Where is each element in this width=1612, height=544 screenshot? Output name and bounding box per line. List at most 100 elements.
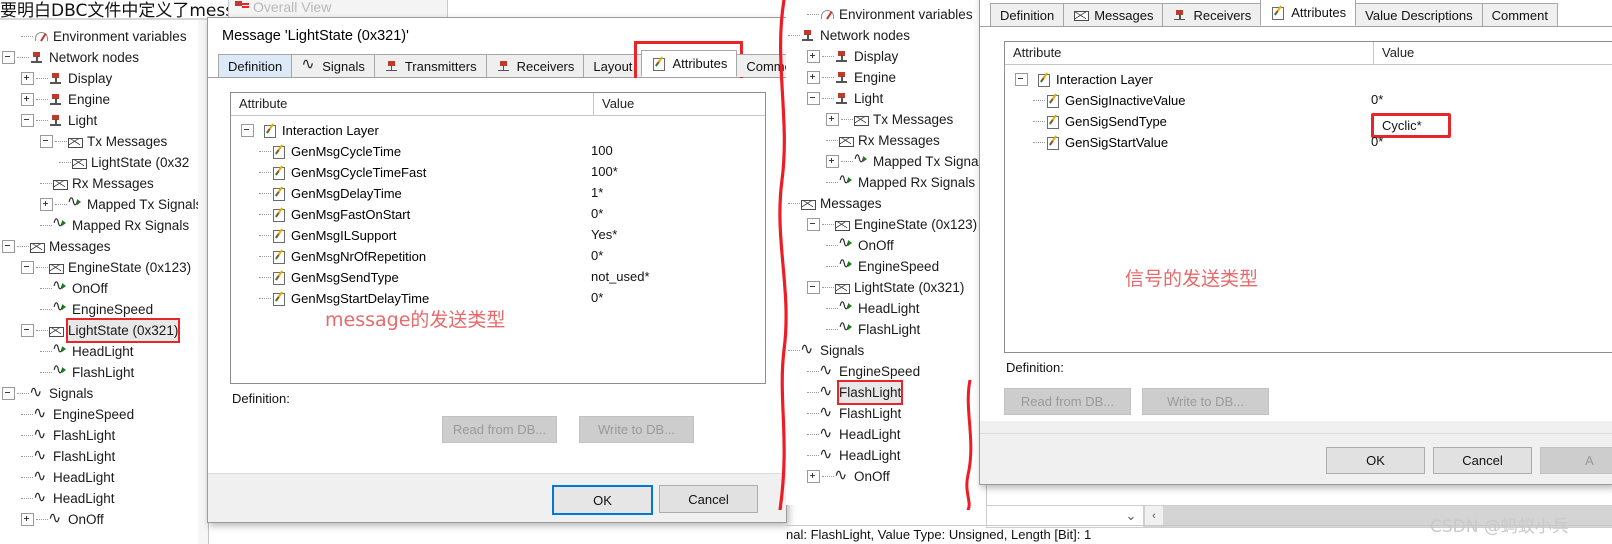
tree-item[interactable]: Mapped Tx Signals bbox=[0, 191, 208, 215]
expand-icon[interactable] bbox=[807, 71, 820, 84]
tree-item[interactable]: LightState (0x321) bbox=[786, 277, 986, 298]
expand-icon[interactable] bbox=[40, 198, 53, 211]
signal-attribute-grid[interactable]: Attribute Value Interaction Layer GenSigI… bbox=[1004, 41, 1612, 353]
collapse-icon[interactable] bbox=[21, 261, 34, 274]
attribute-row[interactable]: GenSigStartValue 0* bbox=[1005, 132, 1612, 153]
collapse-icon[interactable] bbox=[241, 124, 254, 137]
attribute-row[interactable]: GenMsgCycleTimeFast 100* bbox=[231, 162, 765, 183]
tree-item[interactable]: HeadLight bbox=[0, 486, 208, 509]
tree-item[interactable]: Light bbox=[0, 110, 208, 131]
tree-item[interactable]: Tx Messages bbox=[786, 109, 986, 130]
message-dialog-tabbar[interactable]: Definition Signals Transmitters Receivers La… bbox=[208, 41, 813, 86]
signal-ok-button[interactable]: OK bbox=[1326, 447, 1425, 474]
tree-item[interactable]: Display bbox=[786, 46, 986, 67]
tree-item[interactable]: Messages bbox=[0, 236, 208, 257]
chevron-down-icon[interactable]: ⌄ bbox=[1121, 506, 1141, 525]
right-tree-panel[interactable]: Environment variables Network nodes Displa… bbox=[786, 0, 987, 505]
tab-receivers[interactable]: Receivers bbox=[485, 54, 585, 77]
collapse-icon[interactable] bbox=[807, 281, 820, 294]
tree-item[interactable]: Rx Messages bbox=[786, 130, 986, 151]
message-dialog[interactable]: Message 'LightState (0x321)' Definition S… bbox=[207, 17, 813, 523]
tree-item[interactable]: FlashLight bbox=[786, 380, 986, 405]
tab-messages[interactable]: Messages bbox=[1063, 3, 1164, 26]
message-read-from-db-button[interactable]: Read from DB... bbox=[442, 416, 557, 443]
tab-transmitters[interactable]: Transmitters bbox=[373, 54, 487, 77]
message-ok-button[interactable]: OK bbox=[552, 485, 653, 515]
collapse-icon[interactable] bbox=[21, 114, 34, 127]
expand-icon[interactable] bbox=[21, 93, 34, 106]
tree-item[interactable]: EngineState (0x123) bbox=[0, 257, 208, 278]
tree-item[interactable]: HeadLight bbox=[0, 338, 208, 362]
message-grid-rows[interactable]: Interaction Layer GenMsgCycleTime 100 GenMs… bbox=[231, 116, 765, 309]
message-cancel-button[interactable]: Cancel bbox=[659, 485, 758, 513]
tree-item[interactable]: LightState (0x321) bbox=[0, 318, 208, 343]
collapse-icon[interactable] bbox=[2, 240, 15, 253]
signal-grid-rows[interactable]: Interaction Layer GenSigInactiveValue 0* Ge… bbox=[1005, 65, 1612, 153]
attribute-value-cell[interactable]: 100 bbox=[591, 143, 613, 158]
signal-dialog[interactable]: Definition Messages Receivers Attributes Val… bbox=[979, 0, 1612, 485]
attribute-value-cell[interactable]: 1* bbox=[591, 185, 603, 200]
tab-receivers[interactable]: Receivers bbox=[1162, 3, 1262, 26]
right-tree[interactable]: Environment variables Network nodes Displa… bbox=[786, 0, 986, 487]
collapse-icon[interactable] bbox=[1015, 73, 1028, 86]
expand-icon[interactable] bbox=[21, 513, 34, 526]
tree-item[interactable]: Mapped Tx Signals bbox=[786, 148, 986, 172]
attribute-value-cell[interactable]: Yes* bbox=[591, 227, 617, 242]
collapse-icon[interactable] bbox=[807, 92, 820, 105]
message-write-to-db-button[interactable]: Write to DB... bbox=[579, 416, 694, 443]
tree-item[interactable]: OnOff bbox=[0, 507, 208, 530]
tree-item[interactable]: Environment variables bbox=[0, 26, 208, 47]
signal-read-from-db-button[interactable]: Read from DB... bbox=[1004, 388, 1131, 415]
attribute-value-cell[interactable]: 0* bbox=[591, 290, 603, 305]
tree-item[interactable]: OnOff bbox=[786, 232, 986, 256]
attribute-row[interactable]: GenMsgSendType not_used* bbox=[231, 267, 765, 288]
attribute-row[interactable]: GenMsgCycleTime 100 bbox=[231, 141, 765, 162]
collapse-icon[interactable] bbox=[40, 135, 53, 148]
attribute-value-cell[interactable]: 100* bbox=[591, 164, 618, 179]
expand-icon[interactable] bbox=[21, 72, 34, 85]
tree-item[interactable]: Environment variables bbox=[786, 4, 986, 25]
tree-item[interactable]: OnOff bbox=[0, 275, 208, 299]
tree-item[interactable]: Messages bbox=[786, 193, 986, 214]
signal-apply-button[interactable]: A bbox=[1540, 447, 1612, 474]
tree-item[interactable]: EngineSpeed bbox=[786, 359, 986, 382]
tree-item[interactable]: FlashLight bbox=[0, 444, 208, 467]
tree-item[interactable]: HeadLight bbox=[786, 422, 986, 445]
tree-item[interactable]: Network nodes bbox=[786, 25, 986, 46]
attribute-group-row[interactable]: Interaction Layer bbox=[231, 120, 765, 141]
attribute-value-cell[interactable]: 0* bbox=[1371, 92, 1383, 107]
tree-item[interactable]: Light bbox=[786, 88, 986, 109]
tab-comment[interactable]: Comment bbox=[1481, 3, 1558, 26]
left-tree[interactable]: Environment variables Network nodes Displa… bbox=[0, 20, 208, 530]
expand-icon[interactable] bbox=[826, 113, 839, 126]
tree-item[interactable]: Signals bbox=[0, 381, 208, 404]
collapse-icon[interactable] bbox=[21, 324, 34, 337]
collapse-icon[interactable] bbox=[807, 218, 820, 231]
tab-attributes[interactable]: Attributes bbox=[1260, 0, 1357, 26]
attribute-value-cell[interactable]: 0* bbox=[1371, 134, 1383, 149]
tab-definition[interactable]: Definition bbox=[990, 3, 1065, 26]
tree-item[interactable]: Mapped Rx Signals bbox=[786, 169, 986, 193]
attribute-value-cell[interactable]: 0* bbox=[591, 206, 603, 221]
tree-item[interactable]: HeadLight bbox=[0, 465, 208, 488]
tree-item[interactable]: EngineSpeed bbox=[0, 402, 208, 425]
tree-item[interactable]: Rx Messages bbox=[0, 173, 208, 194]
expand-icon[interactable] bbox=[807, 50, 820, 63]
signal-dialog-tabbar[interactable]: Definition Messages Receivers Attributes Val… bbox=[980, 0, 1612, 27]
tree-item[interactable]: Network nodes bbox=[0, 47, 208, 68]
scroll-left-icon[interactable]: ‹ bbox=[1145, 506, 1163, 525]
tree-item[interactable]: EngineSpeed bbox=[0, 296, 208, 320]
tab-signals[interactable]: Signals bbox=[291, 54, 375, 77]
attribute-value-cell[interactable]: 0* bbox=[591, 248, 603, 263]
tree-item[interactable]: FlashLight bbox=[0, 423, 208, 446]
attribute-value-cell[interactable]: not_used* bbox=[591, 269, 650, 284]
tree-item[interactable]: HeadLight bbox=[786, 295, 986, 319]
message-attribute-grid[interactable]: Attribute Value Interaction Layer GenMsgC… bbox=[230, 92, 766, 384]
attribute-row[interactable]: GenMsgFastOnStart 0* bbox=[231, 204, 765, 225]
attribute-row[interactable]: GenMsgNrOfRepetition 0* bbox=[231, 246, 765, 267]
tree-item[interactable]: OnOff bbox=[786, 464, 986, 487]
attribute-row[interactable]: GenMsgDelayTime 1* bbox=[231, 183, 765, 204]
expand-icon[interactable] bbox=[807, 470, 820, 483]
collapse-icon[interactable] bbox=[2, 387, 15, 400]
signal-cancel-button[interactable]: Cancel bbox=[1433, 447, 1532, 474]
